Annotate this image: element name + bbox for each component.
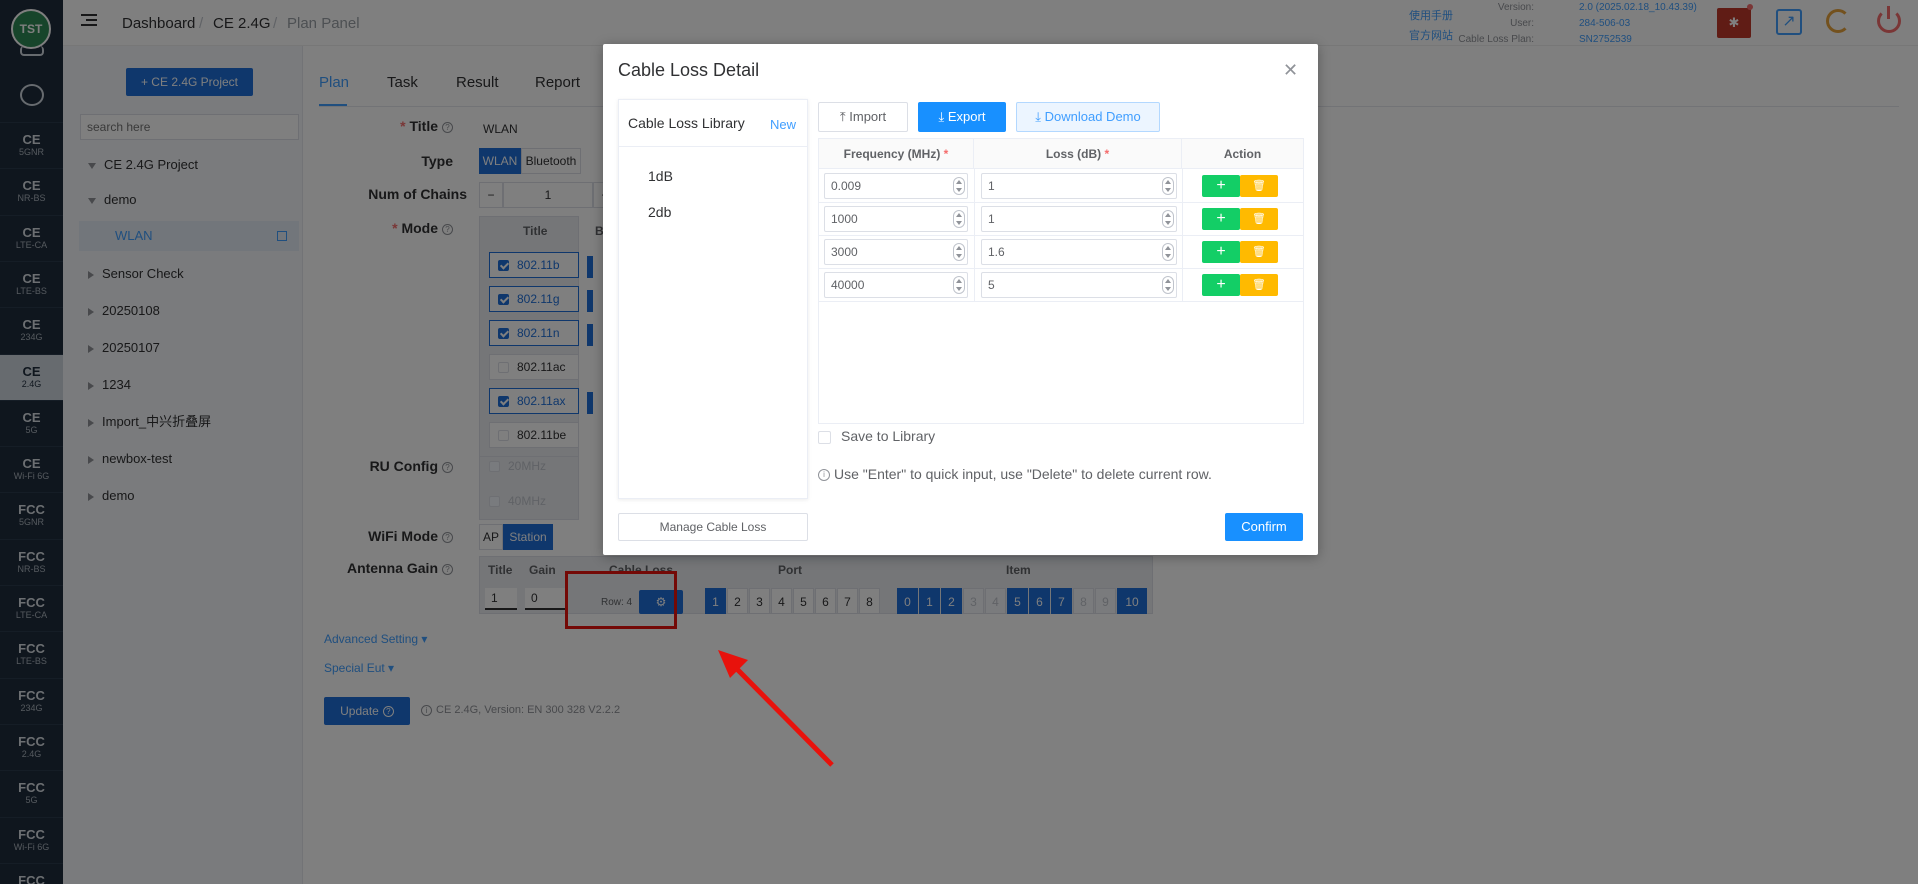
cable-loss-dialog: Cable Loss Detail ✕ Cable Loss Library N… — [603, 44, 1318, 555]
add-row-button[interactable]: + — [1202, 175, 1240, 197]
stepper-icon[interactable] — [953, 243, 965, 261]
usage-hint-text: Use "Enter" to quick input, use "Delete"… — [834, 466, 1212, 482]
cable-loss-table: Frequency (MHz) * Loss (dB) * Action 0.0… — [818, 138, 1304, 424]
stepper-icon[interactable] — [1162, 210, 1174, 228]
library-new-link[interactable]: New — [770, 117, 796, 132]
loss-value: 1 — [988, 212, 995, 226]
upload-icon: ⤒ — [839, 109, 846, 124]
import-button[interactable]: ⤒ Import — [818, 102, 908, 132]
loss-value: 5 — [988, 278, 995, 292]
library-title: Cable Loss Library — [628, 115, 745, 131]
export-button[interactable]: ⤓ Export — [918, 102, 1006, 132]
cable-loss-library-panel: Cable Loss Library New 1dB 2db — [618, 99, 808, 499]
save-to-library-checkbox[interactable]: Save to Library — [818, 428, 935, 444]
add-row-button[interactable]: + — [1202, 274, 1240, 296]
frequency-input[interactable]: 3000 — [824, 239, 968, 265]
download-icon: ⤓ — [938, 109, 945, 124]
delete-row-button[interactable]: 🗑 — [1240, 274, 1278, 296]
frequency-value: 0.009 — [831, 179, 862, 193]
col-frequency: Frequency (MHz) * — [819, 139, 974, 169]
stepper-icon[interactable] — [953, 210, 965, 228]
download-label: Download Demo — [1044, 109, 1141, 124]
download-demo-button[interactable]: ⤓ Download Demo — [1016, 102, 1160, 132]
frequency-input[interactable]: 40000 — [824, 272, 968, 298]
loss-value: 1.6 — [988, 245, 1005, 259]
delete-row-button[interactable]: 🗑 — [1240, 241, 1278, 263]
import-label: Import — [849, 109, 887, 124]
col-action: Action — [1182, 139, 1303, 169]
table-row-divider — [819, 301, 1303, 302]
export-label: Export — [947, 109, 986, 124]
annotation-arrow — [718, 650, 834, 767]
frequency-value: 3000 — [831, 245, 858, 259]
loss-input[interactable]: 1 — [981, 206, 1177, 232]
frequency-input[interactable]: 1000 — [824, 206, 968, 232]
table-row-divider — [819, 268, 1303, 269]
stepper-icon[interactable] — [1162, 276, 1174, 294]
save-to-library-label: Save to Library — [841, 428, 936, 444]
frequency-value: 1000 — [831, 212, 858, 226]
usage-hint: i Use "Enter" to quick input, use "Delete… — [818, 466, 1212, 482]
add-row-button[interactable]: + — [1202, 208, 1240, 230]
loss-input[interactable]: 5 — [981, 272, 1177, 298]
frequency-input[interactable]: 0.009 — [824, 173, 968, 199]
stepper-icon[interactable] — [1162, 243, 1174, 261]
checkbox-icon — [818, 430, 831, 444]
library-header: Cable Loss Library New — [619, 100, 807, 147]
col-loss: Loss (dB) * — [974, 139, 1182, 169]
library-item[interactable]: 2db — [648, 204, 671, 220]
col-frequency-label: Frequency (MHz) — [843, 147, 941, 161]
table-row-divider — [819, 202, 1303, 203]
loss-input[interactable]: 1 — [981, 173, 1177, 199]
dialog-title: Cable Loss Detail — [618, 60, 760, 80]
loss-value: 1 — [988, 179, 995, 193]
col-loss-label: Loss (dB) — [1045, 147, 1102, 161]
stepper-icon[interactable] — [1162, 177, 1174, 195]
loss-input[interactable]: 1.6 — [981, 239, 1177, 265]
add-row-button[interactable]: + — [1202, 241, 1240, 263]
stepper-icon[interactable] — [953, 177, 965, 195]
download-icon: ⤓ — [1035, 109, 1041, 124]
delete-row-button[interactable]: 🗑 — [1240, 175, 1278, 197]
library-item[interactable]: 1dB — [648, 168, 673, 184]
manage-cable-loss-button[interactable]: Manage Cable Loss — [618, 513, 808, 541]
table-row-divider — [819, 235, 1303, 236]
close-icon[interactable]: ✕ — [1283, 60, 1298, 81]
info-icon: i — [818, 469, 830, 482]
frequency-value: 40000 — [831, 278, 865, 292]
confirm-button[interactable]: Confirm — [1225, 513, 1303, 541]
stepper-icon[interactable] — [953, 276, 965, 294]
delete-row-button[interactable]: 🗑 — [1240, 208, 1278, 230]
